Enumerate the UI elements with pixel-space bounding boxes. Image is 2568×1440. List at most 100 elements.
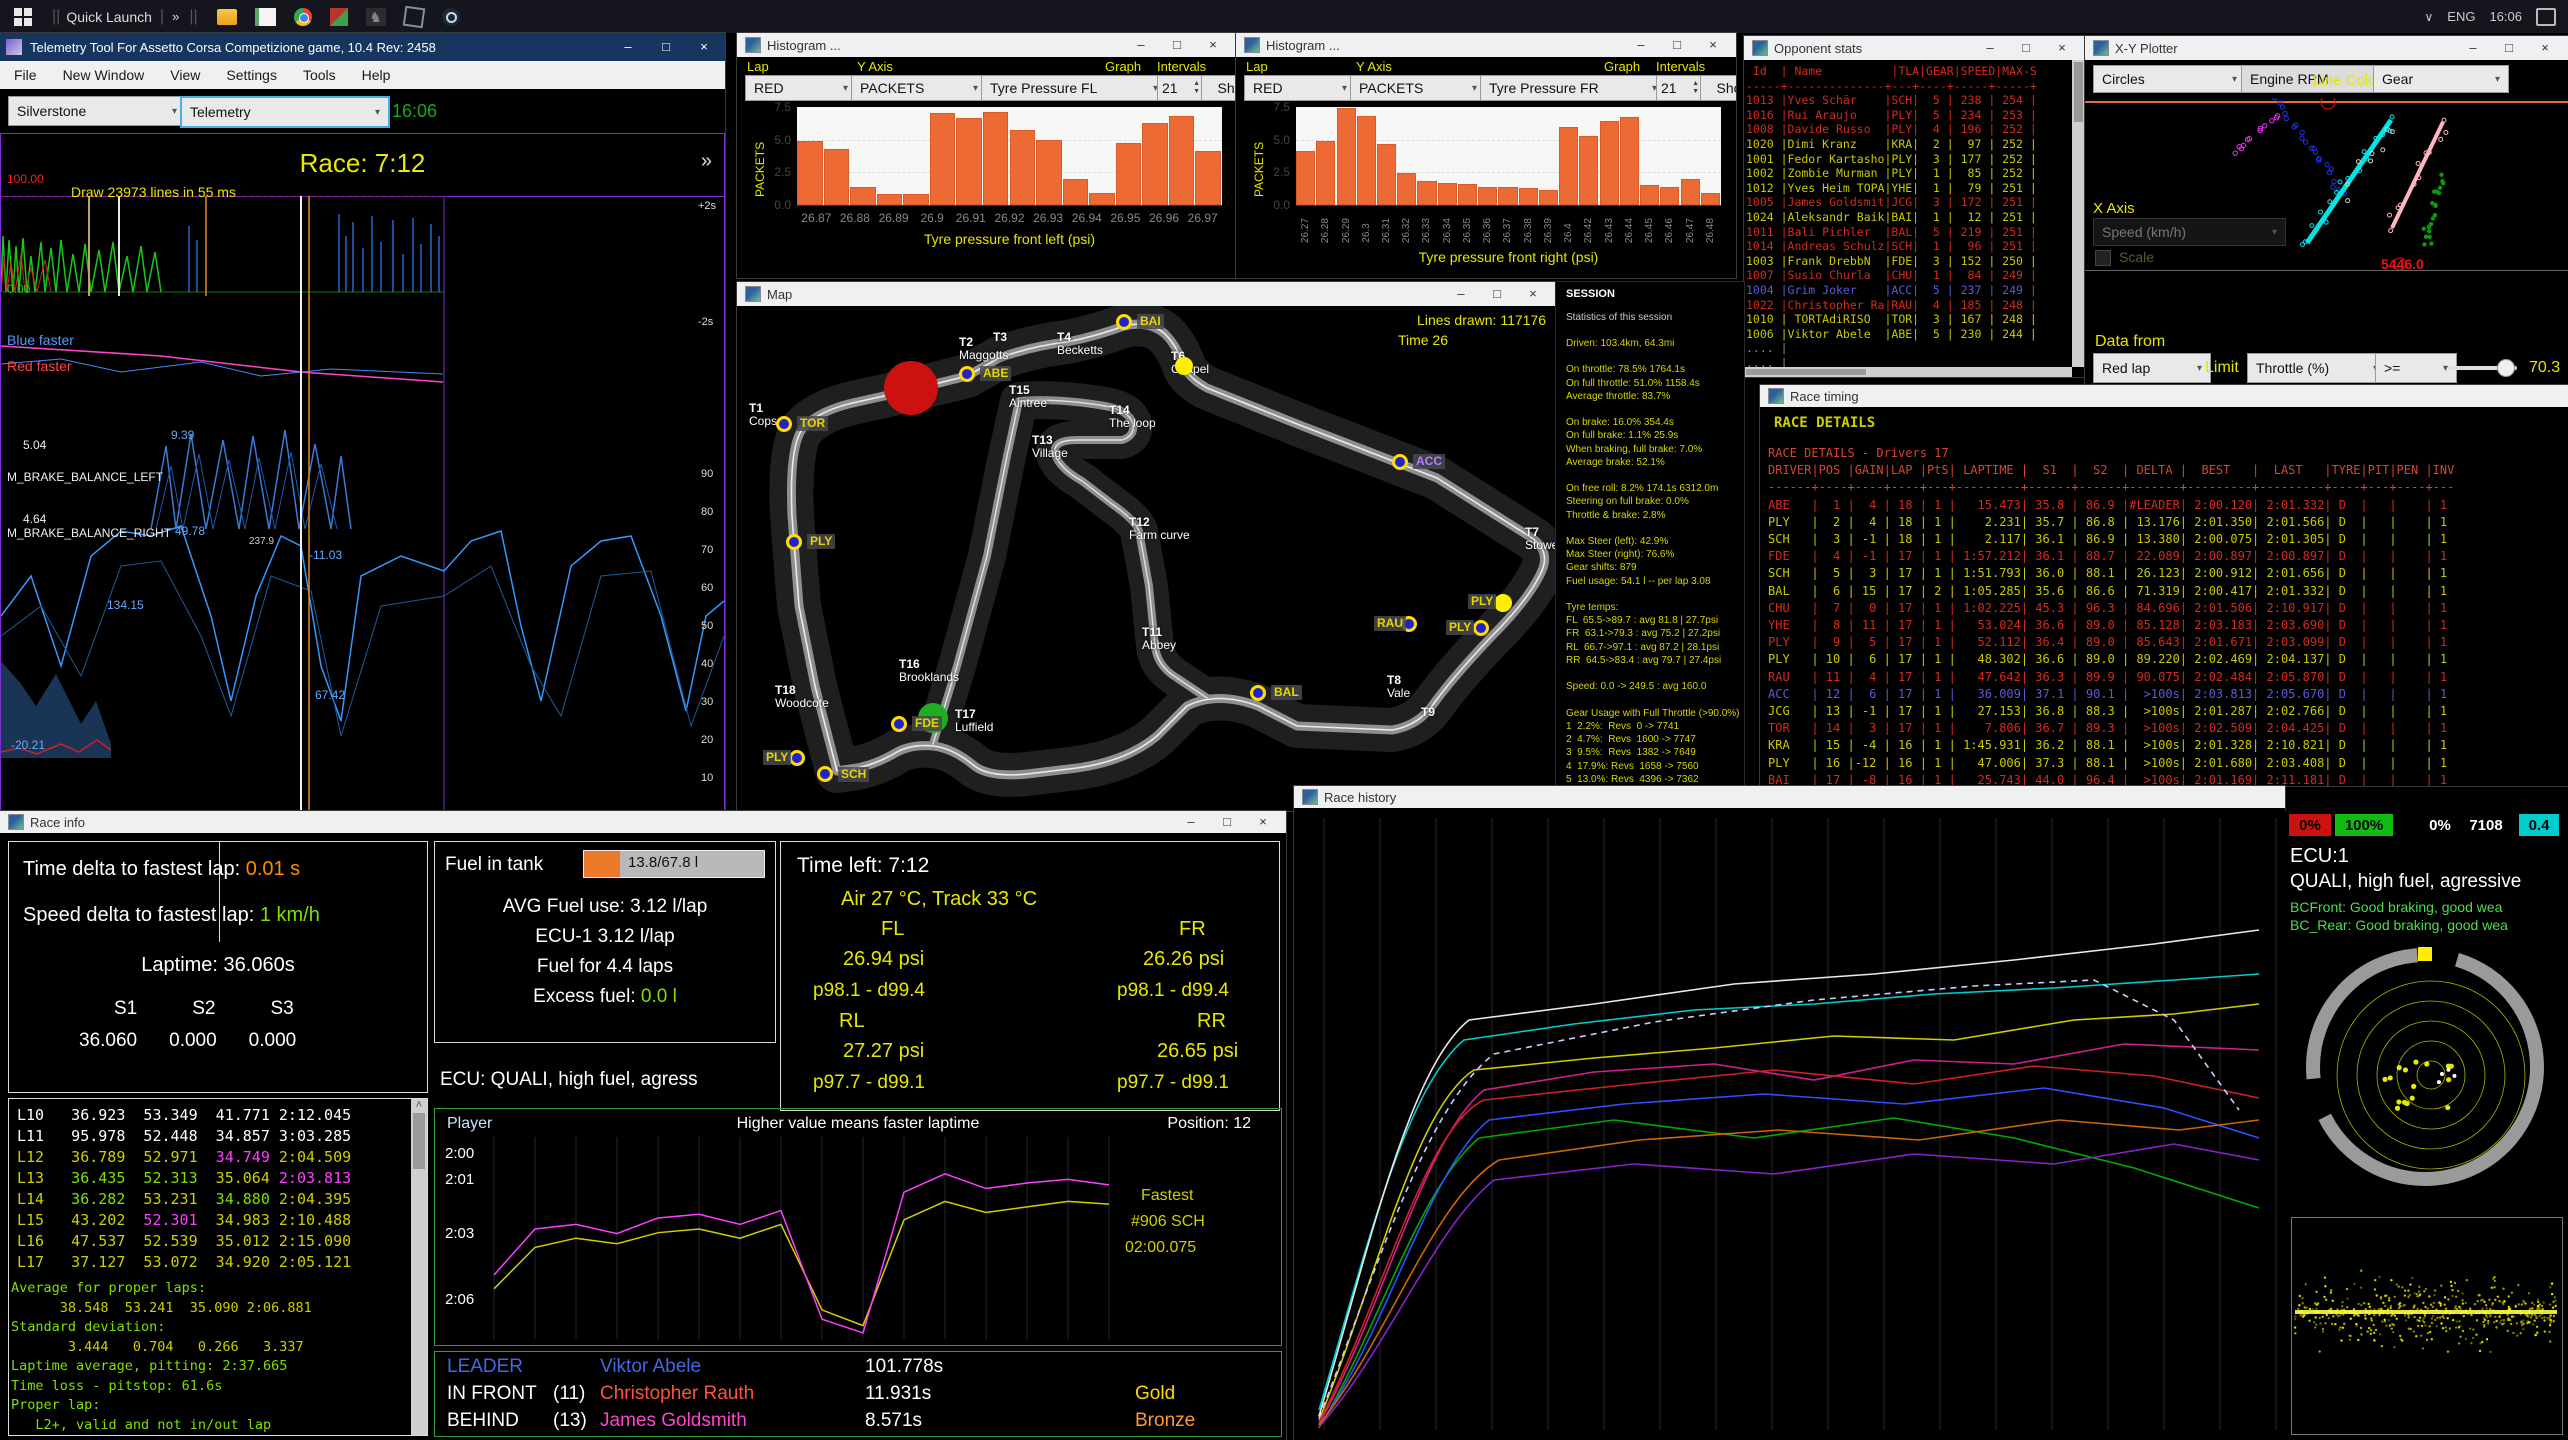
- driver-marker[interactable]: [786, 534, 802, 550]
- show-button[interactable]: Show: [1201, 75, 1236, 101]
- quick-launch-expand[interactable]: »: [172, 9, 179, 24]
- minimize-button[interactable]: –: [1176, 811, 1206, 833]
- ecu-indicator: 0.4: [2519, 814, 2559, 836]
- horizontal-scrollbar[interactable]: [1744, 367, 2072, 377]
- plot-mode-select[interactable]: Circles▾: [2093, 65, 2246, 93]
- yaxis-select[interactable]: PACKETS▾: [851, 75, 987, 101]
- chrome-icon[interactable]: [294, 8, 312, 26]
- close-button[interactable]: ×: [1698, 34, 1728, 56]
- race-details-table[interactable]: RACE DETAILS - Drivers 17DRIVER|POS |GAI…: [1760, 431, 2568, 786]
- graph-select[interactable]: Tyre Pressure FL▾: [981, 75, 1167, 101]
- close-button[interactable]: ×: [689, 36, 719, 58]
- notepad-icon[interactable]: [255, 8, 276, 26]
- maximize-button[interactable]: □: [1212, 811, 1242, 833]
- menu-item-tools[interactable]: Tools: [303, 67, 336, 83]
- minimize-button[interactable]: –: [2458, 37, 2488, 59]
- x-axis-tick: 26.38: [1523, 223, 1535, 243]
- speed-delta-value: 1 km/h: [260, 904, 320, 926]
- quick-launch-label[interactable]: Quick Launch: [66, 9, 152, 25]
- tray-chevron-icon[interactable]: ∨: [2424, 10, 2433, 24]
- close-button[interactable]: ×: [1198, 34, 1228, 56]
- limit-op-select[interactable]: >=▾: [2375, 353, 2457, 383]
- expand-button[interactable]: »: [701, 150, 712, 173]
- close-button[interactable]: ×: [2047, 37, 2077, 59]
- maximize-button[interactable]: □: [2011, 37, 2041, 59]
- slider-thumb[interactable]: [2497, 359, 2515, 377]
- histogram-plot[interactable]: [1296, 107, 1721, 205]
- driver-marker[interactable]: [789, 750, 805, 766]
- driver-marker[interactable]: [891, 716, 907, 732]
- lap-select[interactable]: RED▾: [1244, 75, 1356, 101]
- steam-icon[interactable]: [442, 8, 460, 26]
- maximize-button[interactable]: □: [1662, 34, 1692, 56]
- color-metric-select[interactable]: Gear▾: [2373, 65, 2509, 93]
- notification-icon[interactable]: [2536, 8, 2556, 26]
- menu-item-view[interactable]: View: [170, 67, 200, 83]
- y-axis-tick: 20: [701, 734, 713, 746]
- folder-icon[interactable]: [217, 9, 237, 25]
- driver-marker[interactable]: [1473, 620, 1489, 636]
- s3-value: 0.000: [249, 1030, 297, 1052]
- cube-app-icon[interactable]: [330, 8, 348, 26]
- show-button[interactable]: Show: [1700, 75, 1736, 101]
- vertical-scrollbar[interactable]: [2072, 60, 2085, 367]
- minimize-button[interactable]: –: [1975, 37, 2005, 59]
- limit-metric-select[interactable]: Throttle (%)▾: [2247, 353, 2387, 383]
- start-button[interactable]: [0, 0, 46, 33]
- close-button[interactable]: ×: [2530, 37, 2560, 59]
- limit-slider[interactable]: [2449, 366, 2517, 370]
- session-stat-line: Max Steer (left): 42.9%: [1566, 535, 1744, 548]
- yaxis-select[interactable]: PACKETS▾: [1350, 75, 1486, 101]
- laptimes-scrollbar[interactable]: ˄: [411, 1099, 427, 1435]
- ecu-indicator: 0%: [2423, 814, 2457, 836]
- close-button[interactable]: ×: [1518, 283, 1548, 305]
- maximize-button[interactable]: □: [1162, 34, 1192, 56]
- close-button[interactable]: ×: [1248, 811, 1278, 833]
- driver-marker[interactable]: [1175, 357, 1193, 375]
- x-axis-select[interactable]: Speed (km/h)▾: [2093, 218, 2286, 246]
- view-select[interactable]: Telemetry▾: [180, 96, 390, 128]
- menu-item-file[interactable]: File: [14, 67, 37, 83]
- maximize-button[interactable]: □: [1482, 283, 1512, 305]
- wire-cube-app-icon[interactable]: [402, 5, 425, 28]
- lap-select[interactable]: RED▾: [745, 75, 857, 101]
- minimize-button[interactable]: –: [1626, 34, 1656, 56]
- tray-language[interactable]: ENG: [2447, 9, 2475, 24]
- horse-app-icon[interactable]: ♞: [366, 8, 386, 26]
- driver-marker[interactable]: [1250, 685, 1266, 701]
- maximize-button[interactable]: □: [651, 36, 681, 58]
- menu-item-settings[interactable]: Settings: [226, 67, 277, 83]
- tray-clock[interactable]: 16:06: [2489, 9, 2522, 24]
- histogram-plot[interactable]: [797, 107, 1222, 205]
- minimize-button[interactable]: –: [613, 36, 643, 58]
- scale-checkbox[interactable]: [2095, 250, 2111, 266]
- trace-label: 9.39: [171, 428, 194, 442]
- race-history-chart[interactable]: [1294, 808, 2285, 1440]
- session-clock: 16:06: [392, 101, 437, 122]
- minimize-button[interactable]: –: [1126, 34, 1156, 56]
- minimize-button[interactable]: –: [1446, 283, 1476, 305]
- driver-marker[interactable]: [1116, 314, 1132, 330]
- intervals-spinner[interactable]: 21▲▼: [1157, 75, 1205, 101]
- maximize-button[interactable]: □: [2494, 37, 2524, 59]
- menu-item-new-window[interactable]: New Window: [63, 67, 145, 83]
- laptimes-box[interactable]: L10 36.923 53.349 41.771 2:12.045L11 95.…: [8, 1098, 428, 1436]
- menu-item-help[interactable]: Help: [362, 67, 391, 83]
- driver-marker[interactable]: [1392, 454, 1408, 470]
- x-axis-tick: 26.36: [1482, 223, 1494, 243]
- driver-marker[interactable]: [1494, 594, 1512, 612]
- driver-marker[interactable]: [959, 366, 975, 382]
- rl-header: RL: [839, 1010, 865, 1033]
- track-select[interactable]: Silverstone▾: [8, 96, 186, 126]
- session-stat-line: [1566, 667, 1744, 680]
- opponent-table[interactable]: Id | Name |TLA|GEAR|SPEED|MAX-S-----+---…: [1744, 60, 2085, 374]
- x-axis-tick: 26.32: [1401, 223, 1413, 243]
- data-from-select[interactable]: Red lap▾: [2093, 353, 2211, 383]
- ecu-id: ECU:1: [2290, 845, 2349, 868]
- driver-marker[interactable]: [817, 766, 833, 782]
- graph-select[interactable]: Tyre Pressure FR▾: [1480, 75, 1666, 101]
- driver-marker[interactable]: [776, 416, 792, 432]
- telemetry-graph-area[interactable]: Race: 7:12 »: [0, 133, 725, 811]
- player-laptime-chart[interactable]: [490, 1137, 1120, 1339]
- intervals-spinner[interactable]: 21▲▼: [1656, 75, 1704, 101]
